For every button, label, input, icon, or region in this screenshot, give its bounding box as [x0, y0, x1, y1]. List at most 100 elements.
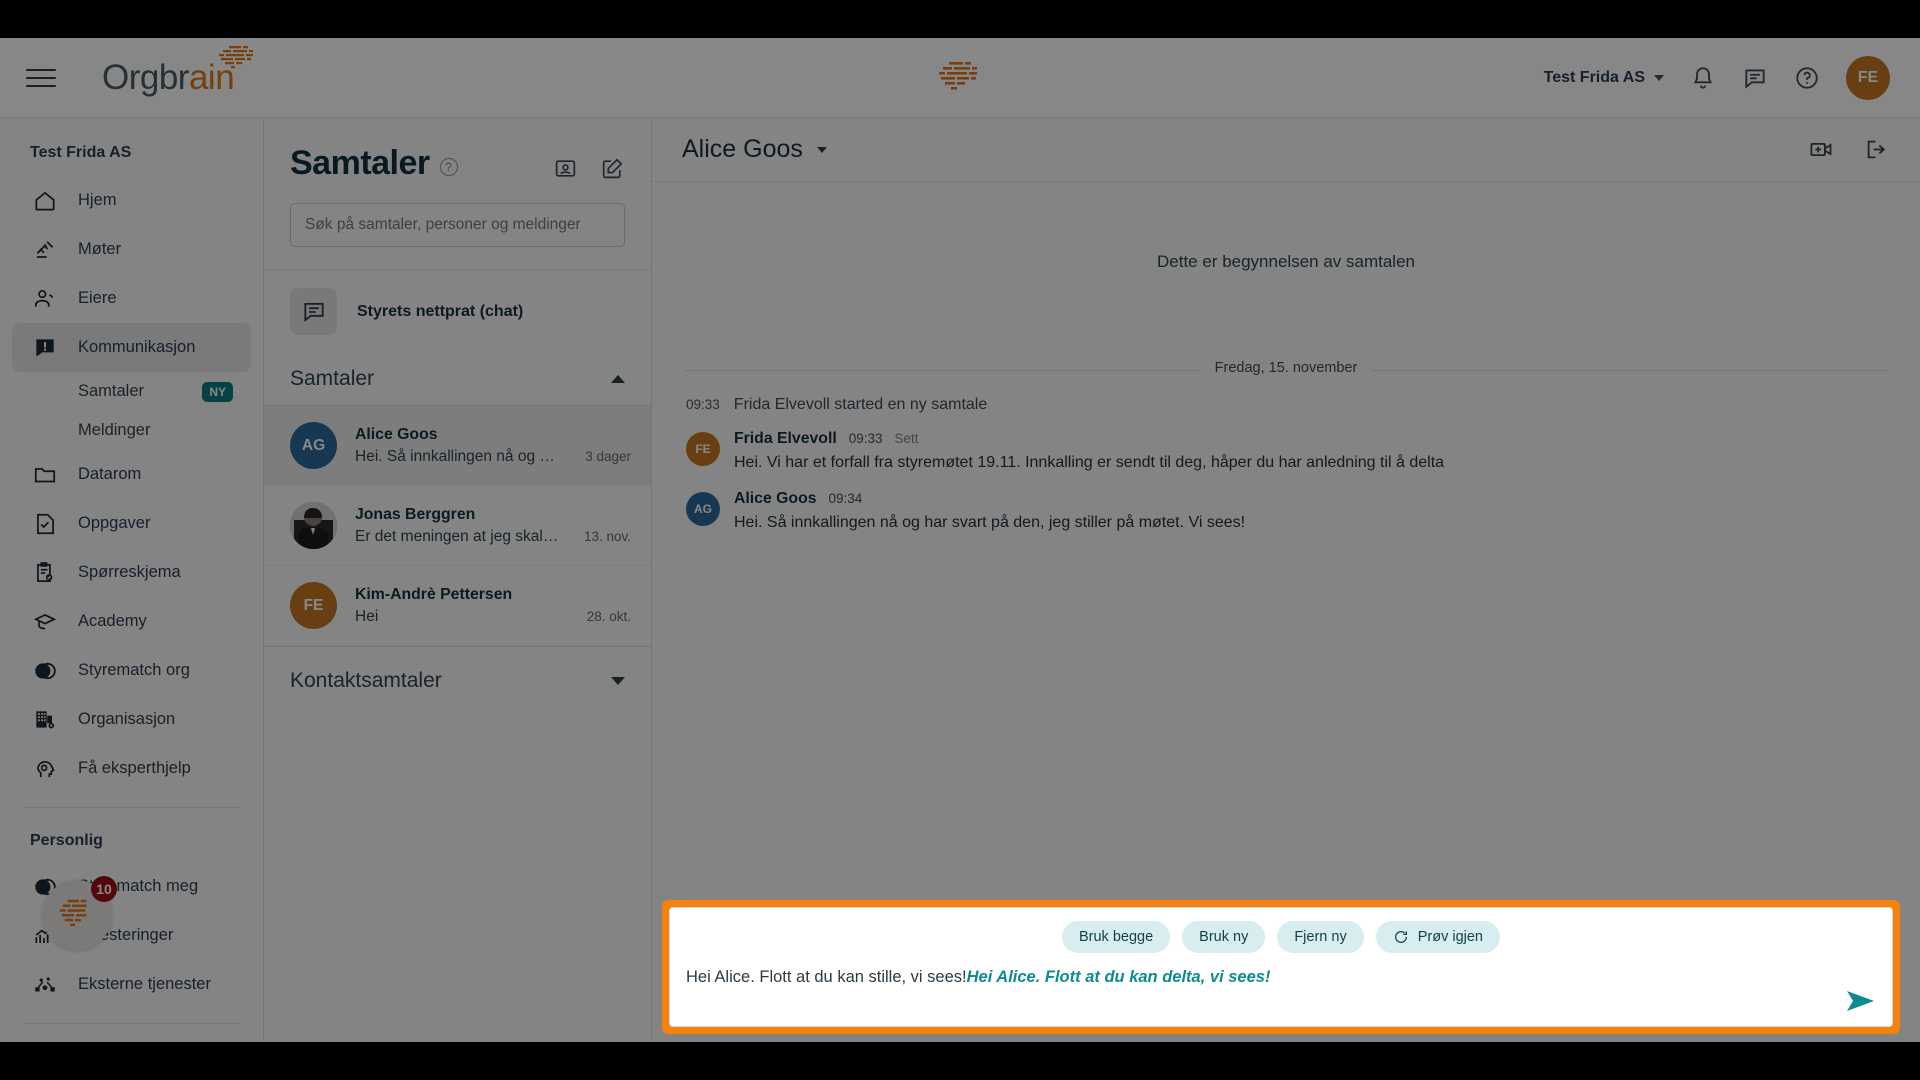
use-both-button[interactable]: Bruk begge	[1061, 921, 1171, 953]
sidebar-item-meldinger[interactable]: Meldinger	[12, 411, 251, 450]
status-badge: NY	[202, 381, 233, 402]
conversation-name: Jonas Berggren	[355, 505, 476, 523]
hamburger-menu-icon[interactable]	[26, 63, 56, 93]
avatar-initials: AG	[301, 436, 326, 454]
sidebar-group-personlig: Personlig	[30, 832, 103, 849]
sidebar-item-moter[interactable]: Møter	[12, 225, 251, 274]
message-time: 09:34	[828, 490, 863, 506]
brain-dots-icon	[219, 45, 253, 68]
org-switcher-label: Test Frida AS	[1543, 68, 1645, 86]
date-separator-label: Fredag, 15. november	[1200, 360, 1372, 376]
sidebar-item-label: Spørreskjema	[78, 563, 181, 581]
conversation-timestamp: 28. okt.	[586, 609, 631, 624]
sidebar-item-academy[interactable]: Academy	[12, 597, 251, 646]
section-header-samtaler[interactable]: Samtaler	[264, 353, 651, 406]
message-composer[interactable]: Bruk begge Bruk ny Fjern ny Prøv igjen H…	[669, 907, 1893, 1027]
orgbrain-logo[interactable]: Orgbrain	[102, 45, 253, 98]
ai-suggestion-actions: Bruk begge Bruk ny Fjern ny Prøv igjen	[686, 921, 1876, 953]
conversation-preview: Hei	[355, 607, 379, 625]
section-header-kontaktsamtaler[interactable]: Kontaktsamtaler	[264, 646, 651, 715]
orgbrain-assistant-icon[interactable]: 10	[42, 876, 117, 950]
use-new-button[interactable]: Bruk ny	[1182, 921, 1266, 953]
sidebar-item-eiere[interactable]: Eiere	[12, 274, 251, 323]
sidebar-item-label: Kommunikasjon	[78, 338, 196, 356]
message-text: Hei. Så innkallingen nå og har svart på …	[734, 513, 1246, 531]
avatar-initials: AG	[694, 501, 712, 516]
system-event-row: 09:33 Frida Elvevoll started en ny samta…	[670, 380, 1902, 420]
message-time: 09:33	[848, 431, 883, 446]
assistant-brain-glyph	[59, 899, 87, 927]
add-video-call-icon[interactable]	[1808, 136, 1835, 163]
conversation-preview: Hei. Så innkallingen nå og har s…	[355, 447, 560, 465]
letterbox-bottom	[0, 1042, 1920, 1080]
sidebar-item-samtaler[interactable]: Samtaler NY	[12, 372, 251, 411]
building-gear-icon	[32, 707, 58, 733]
compose-icon[interactable]	[600, 156, 625, 181]
conversation-list-item[interactable]: Jonas Berggren Er det meningen at jeg sk…	[264, 486, 651, 566]
head-gear-icon	[32, 756, 58, 782]
board-chat-label: Styrets nettprat (chat)	[357, 302, 524, 320]
contact-card-icon[interactable]	[553, 156, 578, 181]
sidebar-item-oppgaver[interactable]: Oppgaver	[12, 499, 251, 548]
refresh-icon	[1393, 929, 1409, 945]
chat-title: Alice Goos	[682, 135, 803, 163]
sidebar-item-organisasjon[interactable]: Organisasjon	[12, 695, 251, 744]
composer-highlight-frame: Bruk begge Bruk ny Fjern ny Prøv igjen H…	[662, 900, 1900, 1034]
sidebar-item-label: Møter	[78, 240, 122, 258]
sidebar-item-label: Eksterne tjenester	[78, 975, 211, 993]
chat-bubble-icon	[290, 288, 337, 335]
composer-text[interactable]: Hei Alice. Flott at du kan stille, vi se…	[686, 967, 1876, 988]
remove-new-button[interactable]: Fjern ny	[1277, 921, 1364, 953]
header-actions: Test Frida AS FE	[1544, 55, 1890, 100]
sidebar: Test Frida AS Hjem Møter Eiere Kommunika…	[0, 118, 264, 1042]
letterbox-top	[0, 0, 1920, 38]
bell-icon[interactable]	[1690, 65, 1716, 91]
message-author: Alice Goos	[734, 489, 817, 507]
sidebar-item-datarom[interactable]: Datarom	[12, 450, 251, 499]
message-meta: Alice Goos 09:34	[734, 490, 1902, 508]
conversation-text: Alice Goos Hei. Så innkallingen nå og ha…	[355, 426, 577, 466]
question-mark-icon[interactable]: ?	[439, 158, 458, 176]
sidebar-item-label: Styrematch org	[78, 661, 190, 679]
sidebar-subitem-label: Meldinger	[78, 421, 151, 439]
chat-header-actions	[1808, 136, 1890, 163]
help-icon[interactable]	[1794, 65, 1820, 91]
chat-header: Alice Goos	[652, 118, 1920, 182]
notification-count-badge: 10	[91, 876, 117, 902]
conversation-name: Kim-Andrè Pettersen	[355, 585, 513, 603]
board-chat-entry[interactable]: Styrets nettprat (chat)	[264, 270, 651, 353]
avatar-initials: FE	[303, 596, 324, 614]
chevron-down-icon	[1654, 74, 1664, 81]
avatar: FE	[290, 582, 337, 629]
chat-icon[interactable]	[1742, 65, 1768, 91]
composer-current-text: Hei Alice. Flott at du kan stille, vi se…	[686, 968, 967, 986]
conversation-name: Alice Goos	[355, 425, 438, 443]
message-body: Frida Elvevoll 09:33 Sett Hei. Vi har et…	[734, 430, 1902, 474]
system-event-time: 09:33	[686, 397, 720, 412]
avatar[interactable]: FE	[1846, 55, 1890, 100]
sidebar-item-fa-eksperthjelp[interactable]: Få eksperthjelp	[12, 744, 251, 793]
sidebar-item-eksterne-tjenester[interactable]: Eksterne tjenester	[12, 960, 251, 1009]
conversation-list-panel: Samtaler ? Søk på samtaler, personer og …	[264, 118, 652, 1042]
sidebar-subitem-label: Samtaler	[78, 382, 145, 400]
conversation-list-item[interactable]: FE Kim-Andrè Pettersen Hei 28. okt.	[264, 566, 651, 646]
try-again-label: Prøv igjen	[1417, 929, 1483, 945]
sidebar-item-kommunikasjon[interactable]: Kommunikasjon	[12, 323, 251, 372]
sidebar-org-name: Test Frida AS	[30, 144, 132, 161]
leave-conversation-icon[interactable]	[1863, 136, 1890, 163]
sidebar-item-hjem[interactable]: Hjem	[12, 176, 251, 225]
message-row: FE Frida Elvevoll 09:33 Sett Hei. Vi har…	[670, 420, 1902, 480]
message-status: Sett	[894, 431, 919, 446]
sidebar-item-styrematch-org[interactable]: Styrematch org	[12, 646, 251, 695]
folder-icon	[32, 462, 58, 488]
sidebar-item-sporreskjema[interactable]: Spørreskjema	[12, 548, 251, 597]
gavel-icon	[32, 237, 58, 263]
sidebar-item-label: Få eksperthjelp	[78, 759, 191, 777]
people-icon	[32, 286, 58, 312]
search-input[interactable]	[290, 203, 625, 247]
send-icon[interactable]	[1846, 988, 1876, 1014]
org-switcher[interactable]: Test Frida AS	[1544, 69, 1664, 87]
try-again-button[interactable]: Prøv igjen	[1375, 921, 1500, 953]
chevron-down-icon[interactable]	[816, 146, 827, 153]
conversation-list-item[interactable]: AG Alice Goos Hei. Så innkallingen nå og…	[264, 406, 651, 486]
